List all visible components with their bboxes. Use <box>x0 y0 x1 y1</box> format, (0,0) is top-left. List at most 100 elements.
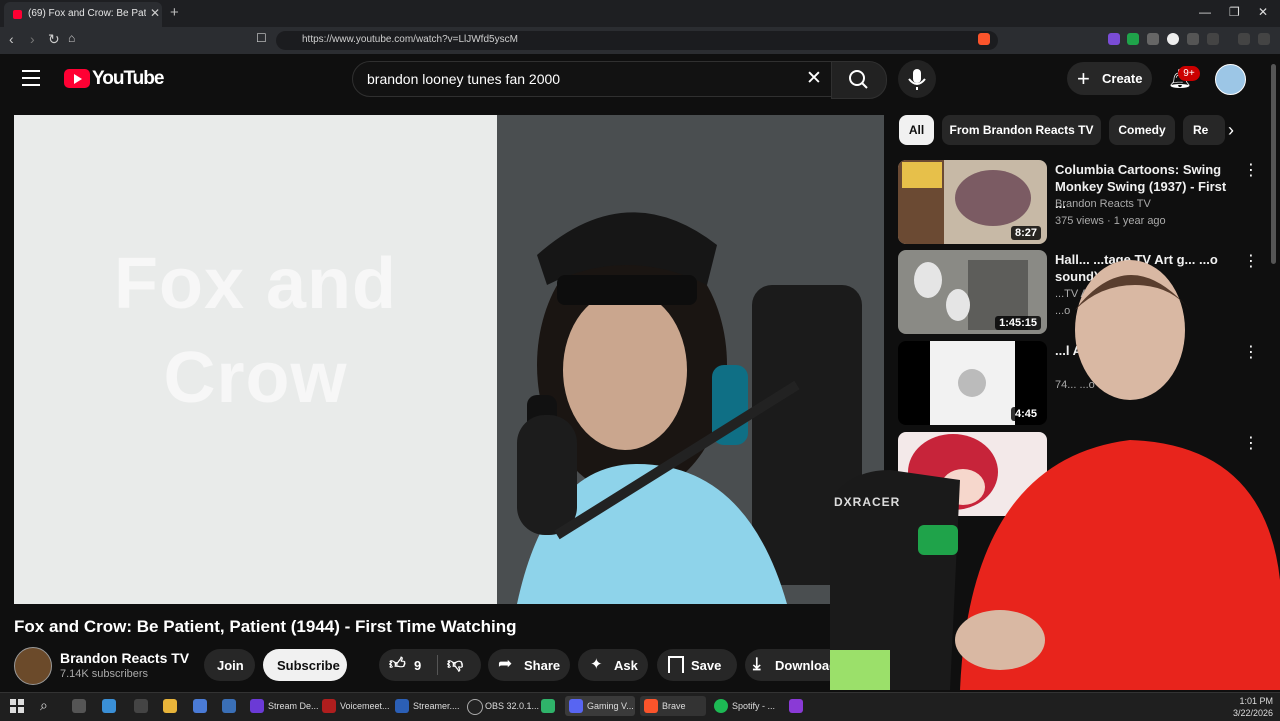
like-dislike-group[interactable]: 👍︎ 9 👎︎ <box>379 649 481 681</box>
app-icon[interactable] <box>102 699 116 713</box>
search-icon <box>849 70 868 89</box>
channel-avatar[interactable] <box>14 647 52 685</box>
notification-count-badge: 9+ <box>1178 66 1200 81</box>
share-button[interactable]: ➦ Share <box>488 649 570 681</box>
save-button[interactable]: Save <box>657 649 737 681</box>
app-icon[interactable] <box>541 699 555 713</box>
app-icon[interactable] <box>222 699 236 713</box>
extension-icon[interactable] <box>1108 33 1120 45</box>
youtube-logo[interactable]: YouTube <box>64 68 164 90</box>
scrollbar[interactable] <box>1271 64 1276 264</box>
taskbar-app[interactable]: OBS 32.0.1... <box>467 696 539 716</box>
thumbs-down-icon[interactable]: 👎︎ <box>447 655 463 674</box>
clear-search-icon[interactable]: ✕ <box>806 67 822 90</box>
minimize-button[interactable]: — <box>1199 5 1211 19</box>
taskbar-app-active[interactable]: Gaming V... <box>565 696 635 716</box>
taskbar-app[interactable]: Streamer.... <box>395 696 461 716</box>
bookmark-icon <box>668 656 684 673</box>
app-icon[interactable] <box>193 699 207 713</box>
taskbar-app[interactable]: Spotify - ... <box>714 696 780 716</box>
search-button[interactable] <box>831 61 887 99</box>
search-query: brandon looney tunes fan 2000 <box>367 71 561 87</box>
video-duration: 8:27 <box>1010 226 1041 240</box>
save-label: Save <box>691 658 722 673</box>
windows-start-icon[interactable] <box>10 699 24 713</box>
youtube-favicon-icon <box>13 10 22 19</box>
taskbar-app-label: Brave <box>662 701 686 711</box>
tab-close-icon[interactable]: ✕ <box>150 6 160 20</box>
extension-icon[interactable] <box>1147 33 1159 45</box>
share-label: Share <box>524 658 561 673</box>
close-window-button[interactable]: ✕ <box>1258 5 1268 19</box>
recommendation-meta: 375 views · 1 year ago <box>1055 215 1166 227</box>
taskbar-app[interactable]: Stream De... <box>250 696 319 716</box>
cartoon-title-line1: Fox and <box>113 244 397 324</box>
app-icon[interactable] <box>789 699 803 713</box>
clock-time[interactable]: 1:01 PM <box>1233 696 1273 706</box>
microphone-icon <box>908 69 926 90</box>
browser-tab[interactable]: (69) Fox and Crow: Be Patient, Pa ✕ <box>4 2 162 27</box>
subscribe-button[interactable]: Subscribe <box>263 649 347 681</box>
create-label: Create <box>1102 71 1143 86</box>
sidebar-icon[interactable] <box>1207 33 1219 45</box>
reaction-webcam <box>497 115 884 604</box>
ask-label: Ask <box>614 658 638 673</box>
video-thumbnail[interactable]: 8:27 <box>898 160 1047 244</box>
app-icon[interactable] <box>134 699 148 713</box>
taskbar-app-label: OBS 32.0.1... <box>485 701 540 711</box>
video-player[interactable]: Fox and Crow <box>14 115 884 604</box>
join-button[interactable]: Join <box>204 649 255 681</box>
channel-name[interactable]: Brandon Reacts TV <box>60 650 189 666</box>
guide-menu-icon[interactable] <box>22 70 40 91</box>
menu-icon[interactable] <box>1258 33 1270 45</box>
taskbar-app[interactable]: Voicemeet... <box>322 696 390 716</box>
more-actions-icon[interactable]: ⋮ <box>1243 160 1259 180</box>
app-icon[interactable] <box>72 699 86 713</box>
restore-button[interactable]: ❐ <box>1229 5 1240 19</box>
chevron-right-icon[interactable]: › <box>1228 120 1234 141</box>
app-icon <box>250 699 264 713</box>
chip-from-channel[interactable]: From Brandon Reacts TV <box>942 115 1101 145</box>
taskbar-app-label: Gaming V... <box>587 701 634 711</box>
cartoon-title-line2: Crow <box>163 338 348 418</box>
chair-brand: DXRACER <box>834 495 901 509</box>
extension-icon[interactable] <box>1127 33 1139 45</box>
ask-button[interactable]: ✦ Ask <box>578 649 648 681</box>
bookmark-icon[interactable]: ☐ <box>256 31 267 45</box>
brave-shield-icon[interactable] <box>978 33 990 45</box>
taskbar-app-label: Streamer.... <box>413 701 460 711</box>
clock-date[interactable]: 3/22/2026 <box>1233 708 1273 718</box>
media-icon[interactable] <box>1238 33 1250 45</box>
webcam-person <box>497 115 884 604</box>
url-text: https://www.youtube.com/watch?v=LlJWfd5y… <box>302 34 518 45</box>
chip-comedy[interactable]: Comedy <box>1109 115 1175 145</box>
streamer-webcam-overlay: DXRACER <box>830 250 1280 690</box>
chip-partial[interactable]: Re <box>1183 115 1225 145</box>
extensions-puzzle-icon[interactable] <box>1187 33 1199 45</box>
file-explorer-icon[interactable] <box>163 699 177 713</box>
youtube-play-icon <box>64 69 90 88</box>
reload-icon[interactable]: ↻ <box>48 31 60 48</box>
plus-icon: + <box>1077 66 1090 91</box>
share-icon: ➦ <box>498 654 513 673</box>
new-tab-button[interactable]: + <box>170 4 179 21</box>
forward-icon[interactable]: › <box>30 31 35 47</box>
thumbs-up-icon[interactable]: 👍︎ <box>389 655 406 674</box>
recommendation-channel[interactable]: Brandon Reacts TV <box>1055 198 1151 210</box>
chip-all[interactable]: All <box>899 115 934 145</box>
taskbar-app-active[interactable]: Brave <box>640 696 706 716</box>
recommended-video[interactable]: 8:27 Columbia Cartoons: Swing Monkey Swi… <box>898 160 1238 244</box>
brave-icon <box>644 699 658 713</box>
subscriber-count: 7.14K subscribers <box>60 668 149 680</box>
home-icon[interactable]: ⌂ <box>68 31 75 45</box>
extension-icon[interactable] <box>1167 33 1179 45</box>
account-avatar[interactable] <box>1215 64 1246 95</box>
spotify-icon <box>714 699 728 713</box>
subscribe-label: Subscribe <box>277 658 340 673</box>
search-icon[interactable]: ⌕ <box>40 697 48 714</box>
voice-search-button[interactable] <box>898 60 936 98</box>
obs-icon <box>467 699 483 715</box>
back-icon[interactable]: ‹ <box>9 31 14 47</box>
taskbar-app-label: Spotify - ... <box>732 701 776 711</box>
tab-title: (69) Fox and Crow: Be Patient, Pa <box>28 8 146 19</box>
